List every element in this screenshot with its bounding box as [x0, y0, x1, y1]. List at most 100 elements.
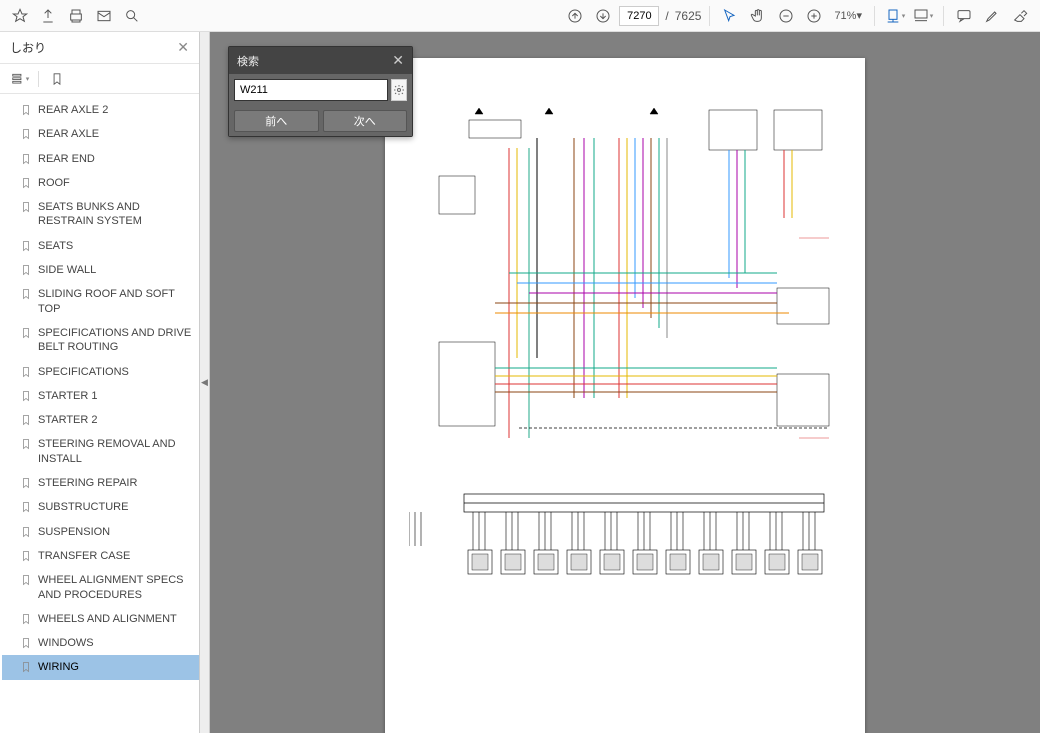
- sidebar-item[interactable]: REAR AXLE 2: [2, 98, 199, 122]
- bookmark-icon: [20, 103, 32, 117]
- document-viewer[interactable]: [210, 32, 1040, 733]
- sidebar-item[interactable]: SPECIFICATIONS AND DRIVE BELT ROUTING: [2, 321, 199, 360]
- sidebar-item[interactable]: SUBSTRUCTURE: [2, 495, 199, 519]
- bookmark-icon: [20, 525, 32, 539]
- hand-icon[interactable]: [746, 4, 770, 28]
- sidebar-item-label: REAR AXLE: [38, 127, 99, 141]
- sidebar-item[interactable]: REAR END: [2, 147, 199, 171]
- bookmark-icon: [20, 200, 32, 214]
- page-up-icon[interactable]: [563, 4, 587, 28]
- sidebar-item-label: WIRING: [38, 660, 79, 674]
- bookmark-icon: [20, 326, 32, 340]
- bookmark-icon: [20, 152, 32, 166]
- sidebar-item[interactable]: SEATS BUNKS AND RESTRAIN SYSTEM: [2, 195, 199, 234]
- sidebar-item-label: SUSPENSION: [38, 525, 110, 539]
- sidebar-item[interactable]: STEERING REPAIR: [2, 471, 199, 495]
- bookmark-icon: [20, 660, 32, 674]
- find-prev-button[interactable]: 前へ: [234, 110, 319, 132]
- find-next-button[interactable]: 次へ: [323, 110, 408, 132]
- sidebar-item[interactable]: SPECIFICATIONS: [2, 360, 199, 384]
- bookmark-icon: [20, 636, 32, 650]
- close-icon[interactable]: ✕: [392, 52, 404, 69]
- find-bookmark-icon[interactable]: [45, 67, 69, 91]
- gear-icon[interactable]: [391, 79, 407, 101]
- bookmark-icon: [20, 127, 32, 141]
- sidebar-item[interactable]: SIDE WALL: [2, 258, 199, 282]
- find-dialog: 検索 ✕ 前へ 次へ: [228, 46, 413, 137]
- sidebar-item[interactable]: STARTER 2: [2, 408, 199, 432]
- zoom-out-icon[interactable]: [774, 4, 798, 28]
- sidebar-item-label: SPECIFICATIONS AND DRIVE BELT ROUTING: [38, 326, 193, 355]
- zoom-level[interactable]: 71%▾: [830, 9, 866, 22]
- bookmark-icon: [20, 239, 32, 253]
- bookmark-icon: [20, 413, 32, 427]
- comment-icon[interactable]: [952, 4, 976, 28]
- star-icon[interactable]: [8, 4, 32, 28]
- mail-icon[interactable]: [92, 4, 116, 28]
- bookmark-icon: [20, 389, 32, 403]
- page-sep: /: [665, 9, 668, 23]
- top-toolbar: / 7625 71%▾ ▾ ▾: [0, 0, 1040, 32]
- splitter-handle[interactable]: ◀: [200, 32, 210, 733]
- page-input[interactable]: [619, 6, 659, 26]
- bookmark-icon: [20, 437, 32, 451]
- bookmark-icon: [20, 500, 32, 514]
- sidebar-options-icon[interactable]: ▾: [8, 67, 32, 91]
- sidebar-item[interactable]: WHEELS AND ALIGNMENT: [2, 607, 199, 631]
- sidebar-item-label: STEERING REPAIR: [38, 476, 137, 490]
- sidebar-item-label: SEATS: [38, 239, 73, 253]
- sidebar-item-label: WINDOWS: [38, 636, 94, 650]
- page-total: 7625: [675, 9, 702, 23]
- wiring-diagram: [409, 98, 841, 714]
- upload-icon[interactable]: [36, 4, 60, 28]
- bookmark-icon: [20, 612, 32, 626]
- sidebar-item[interactable]: STEERING REMOVAL AND INSTALL: [2, 432, 199, 471]
- collapse-arrow-icon: ◀: [201, 377, 208, 388]
- sidebar-item[interactable]: SUSPENSION: [2, 520, 199, 544]
- sidebar-item[interactable]: STARTER 1: [2, 384, 199, 408]
- sidebar-item[interactable]: SLIDING ROOF AND SOFT TOP: [2, 282, 199, 321]
- zoom-in-icon[interactable]: [802, 4, 826, 28]
- bookmark-icon: [20, 476, 32, 490]
- sidebar-item[interactable]: REAR AXLE: [2, 122, 199, 146]
- sidebar-item-label: REAR END: [38, 152, 95, 166]
- sidebar-item[interactable]: TRANSFER CASE: [2, 544, 199, 568]
- bookmark-icon: [20, 549, 32, 563]
- bookmark-icon: [20, 263, 32, 277]
- sidebar-item[interactable]: ROOF: [2, 171, 199, 195]
- close-icon[interactable]: ✕: [177, 39, 189, 56]
- sidebar-title: しおり: [10, 39, 46, 56]
- sidebar-item[interactable]: WHEEL ALIGNMENT SPECS AND PROCEDURES: [2, 568, 199, 607]
- bookmark-sidebar: しおり ✕ ▾ REAR AXLE 2 REAR AXLE REAR END ROOF…: [0, 32, 200, 733]
- sidebar-item-label: SUBSTRUCTURE: [38, 500, 128, 514]
- pdf-page: [385, 58, 865, 733]
- bookmark-list[interactable]: REAR AXLE 2 REAR AXLE REAR END ROOF SEATS BU…: [0, 94, 199, 733]
- sidebar-item-label: SLIDING ROOF AND SOFT TOP: [38, 287, 193, 316]
- fit-width-icon[interactable]: ▾: [883, 4, 907, 28]
- select-arrow-icon[interactable]: [718, 4, 742, 28]
- sidebar-item-label: SEATS BUNKS AND RESTRAIN SYSTEM: [38, 200, 193, 229]
- sidebar-item-label: REAR AXLE 2: [38, 103, 108, 117]
- erase-icon[interactable]: [1008, 4, 1032, 28]
- bookmark-icon: [20, 365, 32, 379]
- sidebar-item-label: WHEELS AND ALIGNMENT: [38, 612, 177, 626]
- sidebar-item-label: STARTER 1: [38, 389, 98, 403]
- find-input[interactable]: [234, 79, 388, 101]
- search-icon[interactable]: [120, 4, 144, 28]
- page-down-icon[interactable]: [591, 4, 615, 28]
- sidebar-item[interactable]: SEATS: [2, 234, 199, 258]
- page-counter: / 7625: [619, 6, 701, 26]
- sidebar-item-label: SIDE WALL: [38, 263, 96, 277]
- sidebar-item-label: SPECIFICATIONS: [38, 365, 129, 379]
- sidebar-item[interactable]: WINDOWS: [2, 631, 199, 655]
- page-display-icon[interactable]: ▾: [911, 4, 935, 28]
- sidebar-item-label: STEERING REMOVAL AND INSTALL: [38, 437, 193, 466]
- sidebar-item-label: ROOF: [38, 176, 70, 190]
- sidebar-item-label: STARTER 2: [38, 413, 98, 427]
- bookmark-icon: [20, 176, 32, 190]
- print-icon[interactable]: [64, 4, 88, 28]
- highlight-icon[interactable]: [980, 4, 1004, 28]
- sidebar-item[interactable]: WIRING: [2, 655, 199, 679]
- bookmark-icon: [20, 287, 32, 301]
- sidebar-item-label: WHEEL ALIGNMENT SPECS AND PROCEDURES: [38, 573, 193, 602]
